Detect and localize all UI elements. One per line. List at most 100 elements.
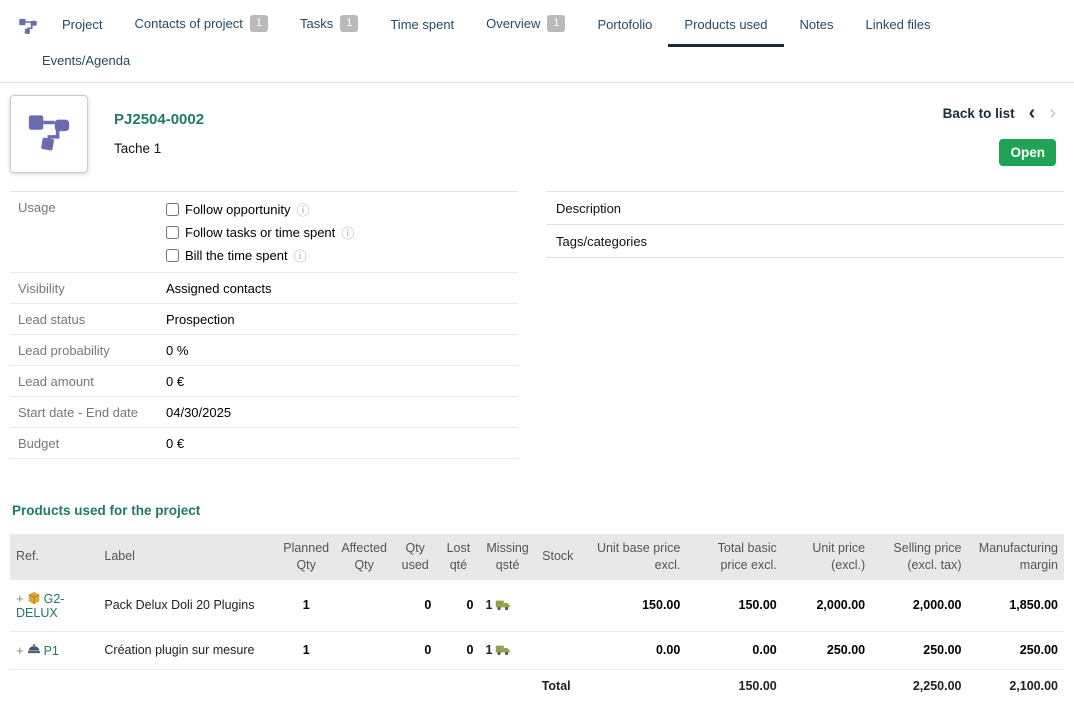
detail-columns: Usage Follow opportunity ⓘ Follow tasks … — [0, 183, 1074, 459]
missing-qty: 1 — [485, 598, 492, 612]
field-row-lead-probability: Lead probability 0 % — [10, 335, 518, 366]
field-label: Visibility — [18, 281, 166, 296]
field-row-description: Description — [546, 192, 1064, 225]
tab-notes[interactable]: Notes — [784, 8, 850, 47]
unit-price: 2,000.00 — [783, 580, 871, 632]
project-photo-card — [10, 95, 88, 173]
total-label: Total — [536, 669, 580, 704]
selling-price-total: 2,250.00 — [871, 669, 967, 704]
info-icon: ⓘ — [297, 200, 310, 219]
previous-record-icon[interactable]: ‹ — [1029, 103, 1036, 123]
field-row-tags-categories: Tags/categories — [546, 225, 1064, 258]
right-field-table: Description Tags/categories — [546, 191, 1064, 459]
status-badge: Open — [999, 139, 1056, 166]
tab-contacts-of-project[interactable]: Contacts of project1 — [118, 6, 284, 47]
follow-tasks-checkbox[interactable] — [166, 226, 179, 239]
app-logo-icon[interactable] — [10, 17, 46, 47]
affected-qty — [335, 631, 393, 669]
field-value: 0 € — [166, 374, 184, 389]
field-row-usage: Usage Follow opportunity ⓘ Follow tasks … — [10, 192, 518, 273]
field-label: Lead probability — [18, 343, 166, 358]
col-missing-qty: Missing qsté — [479, 534, 535, 580]
product-ref-link[interactable]: P1 — [44, 644, 59, 658]
lost-qty: 0 — [437, 580, 479, 632]
manufacturing-margin-total: 2,100.00 — [968, 669, 1064, 704]
unit-base-price: 150.00 — [580, 580, 686, 632]
product-cube-icon — [27, 591, 41, 605]
col-qty-used: Qty used — [393, 534, 437, 580]
left-field-table: Usage Follow opportunity ⓘ Follow tasks … — [10, 191, 518, 459]
field-label: Budget — [18, 436, 166, 451]
field-label: Lead amount — [18, 374, 166, 389]
total-basic-price-total: 150.00 — [686, 669, 782, 704]
service-bell-icon — [27, 643, 41, 657]
product-row: +P1 Création plugin sur mesure 1 0 0 1 0… — [10, 631, 1064, 669]
follow-opportunity-checkbox[interactable] — [166, 203, 179, 216]
tab-portofolio[interactable]: Portofolio — [581, 8, 668, 47]
tab-tasks[interactable]: Tasks1 — [284, 6, 374, 47]
product-row: +G2-DELUX Pack Delux Doli 20 Plugins 1 0… — [10, 580, 1064, 632]
field-label: Start date - End date — [18, 405, 166, 420]
col-total-basic-price: Total basic price excl. — [686, 534, 782, 580]
tab-navigation: Project Contacts of project1 Tasks1 Time… — [0, 0, 1074, 83]
field-row-budget: Budget 0 € — [10, 428, 518, 459]
tab-linked-files[interactable]: Linked files — [849, 8, 946, 47]
manufacturing-margin: 250.00 — [968, 631, 1064, 669]
product-label: Création plugin sur mesure — [98, 631, 277, 669]
field-row-visibility: Visibility Assigned contacts — [10, 273, 518, 304]
tab-time-spent[interactable]: Time spent — [374, 8, 470, 47]
field-row-lead-status: Lead status Prospection — [10, 304, 518, 335]
tab-products-used[interactable]: Products used — [668, 8, 783, 47]
field-value: Prospection — [166, 312, 235, 327]
field-label: Lead status — [18, 312, 166, 327]
col-lost-qty: Lost qté — [437, 534, 479, 580]
project-logo-icon — [18, 17, 38, 37]
checkbox-bill-time[interactable]: Bill the time spent ⓘ — [166, 246, 354, 265]
affected-qty — [335, 580, 393, 632]
col-selling-price: Selling price (excl. tax) — [871, 534, 967, 580]
count-badge: 1 — [340, 15, 358, 32]
col-ref: Ref. — [10, 534, 98, 580]
info-icon: ⓘ — [294, 246, 307, 265]
stock — [536, 631, 580, 669]
product-label: Pack Delux Doli 20 Plugins — [98, 580, 277, 632]
field-value: 0 € — [166, 436, 184, 451]
field-value: 04/30/2025 — [166, 405, 231, 420]
total-row: Total 150.00 2,250.00 2,100.00 — [10, 669, 1064, 704]
count-badge: 1 — [547, 15, 565, 32]
qty-used: 0 — [393, 580, 437, 632]
tab-overview[interactable]: Overview1 — [470, 6, 581, 47]
field-row-dates: Start date - End date 04/30/2025 — [10, 397, 518, 428]
selling-price: 2,000.00 — [871, 580, 967, 632]
field-value: Assigned contacts — [166, 281, 272, 296]
next-record-icon: › — [1049, 103, 1056, 123]
field-row-lead-amount: Lead amount 0 € — [10, 366, 518, 397]
products-section-title: Products used for the project — [12, 503, 1074, 518]
checkbox-follow-opportunity[interactable]: Follow opportunity ⓘ — [166, 200, 354, 219]
shipment-truck-icon[interactable] — [495, 644, 511, 656]
lost-qty: 0 — [437, 631, 479, 669]
tab-events-agenda[interactable]: Events/Agenda — [26, 47, 146, 74]
total-basic-price: 150.00 — [686, 580, 782, 632]
col-manufacturing-margin: Manufacturing margin — [968, 534, 1064, 580]
back-to-list-link[interactable]: Back to list — [943, 106, 1015, 121]
col-label: Label — [98, 534, 277, 580]
tab-project[interactable]: Project — [46, 8, 118, 47]
col-unit-price: Unit price (excl.) — [783, 534, 871, 580]
project-title: Tache 1 — [114, 141, 204, 156]
expand-plus-icon[interactable]: + — [16, 591, 24, 606]
count-badge: 1 — [250, 15, 268, 32]
unit-base-price: 0.00 — [580, 631, 686, 669]
field-value: 0 % — [166, 343, 188, 358]
products-used-table: Ref. Label Planned Qty Affected Qty Qty … — [10, 534, 1064, 704]
total-basic-price: 0.00 — [686, 631, 782, 669]
info-icon: ⓘ — [341, 223, 354, 242]
expand-plus-icon[interactable]: + — [16, 643, 24, 658]
table-header-row: Ref. Label Planned Qty Affected Qty Qty … — [10, 534, 1064, 580]
checkbox-follow-tasks[interactable]: Follow tasks or time spent ⓘ — [166, 223, 354, 242]
col-planned-qty: Planned Qty — [277, 534, 335, 580]
shipment-truck-icon[interactable] — [495, 599, 511, 611]
project-ref[interactable]: PJ2504-0002 — [114, 111, 204, 128]
bill-time-checkbox[interactable] — [166, 249, 179, 262]
unit-price: 250.00 — [783, 631, 871, 669]
